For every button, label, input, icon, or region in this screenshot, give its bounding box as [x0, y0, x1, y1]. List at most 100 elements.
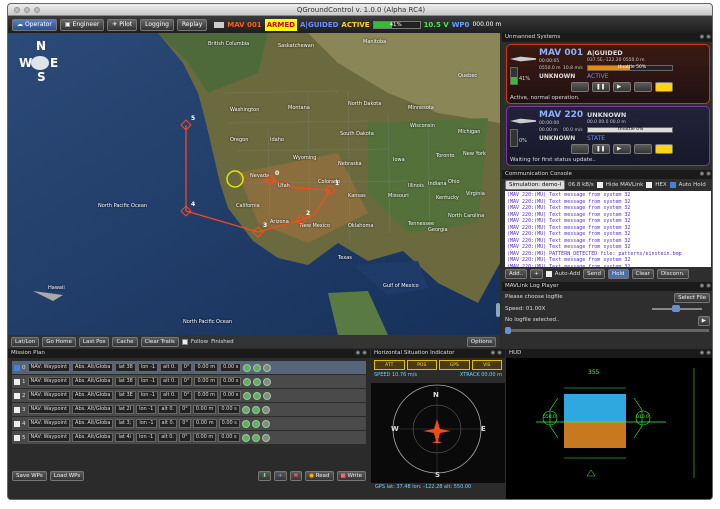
- waypoint-row[interactable]: 3 NAV: Waypoint Abs. Alt/Globa lat 2I lon -1…: [12, 403, 366, 416]
- waypoint-type-field[interactable]: NAV: Waypoint: [27, 419, 71, 428]
- waypoint-alt-field[interactable]: alt 0.: [158, 405, 178, 414]
- waypoint-row[interactable]: 1 NAV: Waypoint Abs. Alt/Globa lat 38 lon -1…: [12, 375, 366, 388]
- waypoint-dist-field[interactable]: 0.00 m: [194, 363, 219, 372]
- waypoint-dist-field[interactable]: 0.00 m: [192, 405, 217, 414]
- map-view[interactable]: British Columbia Saskatchewan Manitoba Wash…: [8, 33, 500, 335]
- disconnect-button[interactable]: Disconn.: [656, 269, 689, 279]
- waypoint-lat-field[interactable]: lat 38: [115, 377, 136, 386]
- waypoint-lat-field[interactable]: lat 3;: [115, 419, 135, 428]
- delete-waypoint-button[interactable]: ✖: [289, 471, 303, 481]
- move-down-icon[interactable]: [251, 405, 260, 414]
- close-icon[interactable]: ◉ ◉: [491, 349, 502, 358]
- hex-checkbox[interactable]: [646, 181, 653, 188]
- waypoint-frame-field[interactable]: Abs. Alt/Globa: [72, 377, 114, 386]
- go-home-button[interactable]: Go Home: [42, 336, 76, 347]
- move-up-icon[interactable]: [243, 363, 252, 372]
- select-file-button[interactable]: Select File: [674, 293, 710, 303]
- waypoint-yaw-field[interactable]: 0°: [179, 433, 191, 442]
- waypoint-row[interactable]: 2 NAV: Waypoint Abs. Alt/Globa lat 3E lon -1…: [12, 389, 366, 402]
- move-up-icon[interactable]: [241, 419, 250, 428]
- last-pos-button[interactable]: Last Pos: [78, 336, 110, 347]
- waypoint-time-field[interactable]: 0.00 s: [220, 363, 242, 372]
- perspective-pilot-button[interactable]: ✈ Pilot: [107, 18, 138, 31]
- waypoint-time-field[interactable]: 0.00 s: [218, 419, 240, 428]
- waypoint-lon-field[interactable]: lon -1: [136, 419, 157, 428]
- waypoint-dist-field[interactable]: 0.00 m: [194, 377, 219, 386]
- waypoint-time-field[interactable]: 0.00 s: [220, 391, 242, 400]
- window-controls[interactable]: [14, 7, 40, 13]
- auto-add-checkbox[interactable]: [545, 271, 552, 277]
- waypoint-lat-field[interactable]: lat 4i: [115, 433, 135, 442]
- uav-land-button[interactable]: [634, 144, 652, 154]
- waypoint-type-field[interactable]: NAV: Waypoint: [27, 377, 71, 386]
- uav-play-button[interactable]: ▶: [613, 144, 631, 154]
- waypoint-lat-field[interactable]: lat 3E: [115, 391, 136, 400]
- uav-card-1[interactable]: MAV 001 A|GUIDED 037.5E,-122.20 0550.0 m…: [506, 44, 710, 104]
- uav-pause-button[interactable]: ❚❚: [592, 82, 610, 92]
- waypoint-row[interactable]: 0 NAV: Waypoint Abs. Alt/Globa lat 38 lon -1…: [12, 361, 366, 374]
- waypoint-row[interactable]: 4 NAV: Waypoint Abs. Alt/Globa lat 3; lon -1…: [12, 417, 366, 430]
- waypoint-marker[interactable]: [180, 119, 192, 131]
- waypoint-row[interactable]: 5 NAV: Waypoint Abs. Alt/Globa lat 4i lon -1…: [12, 431, 366, 444]
- waypoint-alt-field[interactable]: alt 0.: [158, 433, 177, 442]
- console-output[interactable]: (MAV 220:(MU) Text message from system 3…: [505, 191, 711, 267]
- waypoint-yaw-field[interactable]: 0°: [180, 363, 193, 372]
- move-down-icon[interactable]: [253, 391, 262, 400]
- move-down-icon[interactable]: [253, 363, 262, 372]
- move-up-icon[interactable]: [241, 433, 250, 442]
- uav-land-button[interactable]: [634, 82, 652, 92]
- play-log-button[interactable]: ▶: [697, 316, 710, 326]
- waypoint-lon-field[interactable]: lon -1: [137, 363, 159, 372]
- log-progress-slider[interactable]: [505, 327, 709, 334]
- link-select[interactable]: Simulation: demo-l: [505, 179, 566, 190]
- uav-launch-button[interactable]: [571, 82, 589, 92]
- delete-icon[interactable]: [263, 391, 272, 400]
- move-down-icon[interactable]: [253, 377, 262, 386]
- uav-kill-button[interactable]: [655, 82, 673, 92]
- waypoint-alt-field[interactable]: alt 0.: [159, 391, 179, 400]
- waypoint-time-field[interactable]: 0.00 s: [218, 433, 240, 442]
- waypoint-frame-field[interactable]: Abs. Alt/Globa: [72, 405, 114, 414]
- send-button[interactable]: Send: [583, 269, 606, 279]
- waypoint-marker[interactable]: [252, 226, 264, 238]
- waypoint-frame-field[interactable]: Abs. Alt/Globa: [72, 433, 114, 442]
- waypoint-checkbox[interactable]: [14, 378, 20, 385]
- add-waypoint-button[interactable]: +: [273, 471, 287, 481]
- waypoint-checkbox[interactable]: [14, 406, 20, 413]
- waypoint-frame-field[interactable]: Abs. Alt/Globa: [72, 419, 114, 428]
- waypoint-checkbox[interactable]: [14, 364, 20, 371]
- waypoint-marker[interactable]: [324, 184, 336, 196]
- waypoint-yaw-field[interactable]: 0°: [179, 405, 191, 414]
- delete-icon[interactable]: [261, 433, 270, 442]
- read-button[interactable]: ● Read: [305, 471, 334, 481]
- uav-launch-button[interactable]: [571, 144, 589, 154]
- clear-trails-button[interactable]: Clear Trails: [140, 336, 179, 347]
- cache-button[interactable]: Cache: [112, 336, 138, 347]
- waypoint-lon-field[interactable]: lon -1: [137, 391, 158, 400]
- waypoint-time-field[interactable]: 0.00 s: [218, 405, 240, 414]
- waypoint-yaw-field[interactable]: 0°: [180, 377, 193, 386]
- map-splitter-handle[interactable]: [496, 303, 500, 317]
- waypoint-dist-field[interactable]: 0.00 m: [194, 391, 219, 400]
- close-icon[interactable]: ◉ ◉: [700, 349, 711, 358]
- waypoint-type-field[interactable]: NAV: Waypoint: [27, 363, 71, 372]
- auto-hold-checkbox[interactable]: [669, 181, 676, 188]
- uav-kill-button[interactable]: [655, 144, 673, 154]
- waypoint-lon-field[interactable]: lon -1: [137, 377, 159, 386]
- waypoint-lon-field[interactable]: lon -1: [136, 405, 157, 414]
- zoom-icon[interactable]: [34, 7, 40, 13]
- waypoint-frame-field[interactable]: Abs. Alt/Globa: [72, 363, 114, 372]
- close-icon[interactable]: ◉ ◉: [700, 170, 711, 179]
- waypoint-time-field[interactable]: 0.00 s: [220, 377, 242, 386]
- latlon-button[interactable]: Lat/Lon: [11, 336, 40, 347]
- speed-slider[interactable]: [652, 305, 702, 312]
- close-icon[interactable]: ◉ ◉: [700, 282, 711, 291]
- waypoint-yaw-field[interactable]: 0°: [180, 391, 193, 400]
- waypoint-alt-field[interactable]: alt 0.: [158, 419, 178, 428]
- waypoint-checkbox[interactable]: [14, 420, 20, 427]
- save-wps-button[interactable]: Save WPs: [12, 471, 47, 481]
- delete-icon[interactable]: [263, 363, 272, 372]
- uav-pause-button[interactable]: ❚❚: [592, 144, 610, 154]
- clear-button[interactable]: Clear: [631, 269, 654, 279]
- perspective-logging-button[interactable]: Logging: [140, 18, 174, 31]
